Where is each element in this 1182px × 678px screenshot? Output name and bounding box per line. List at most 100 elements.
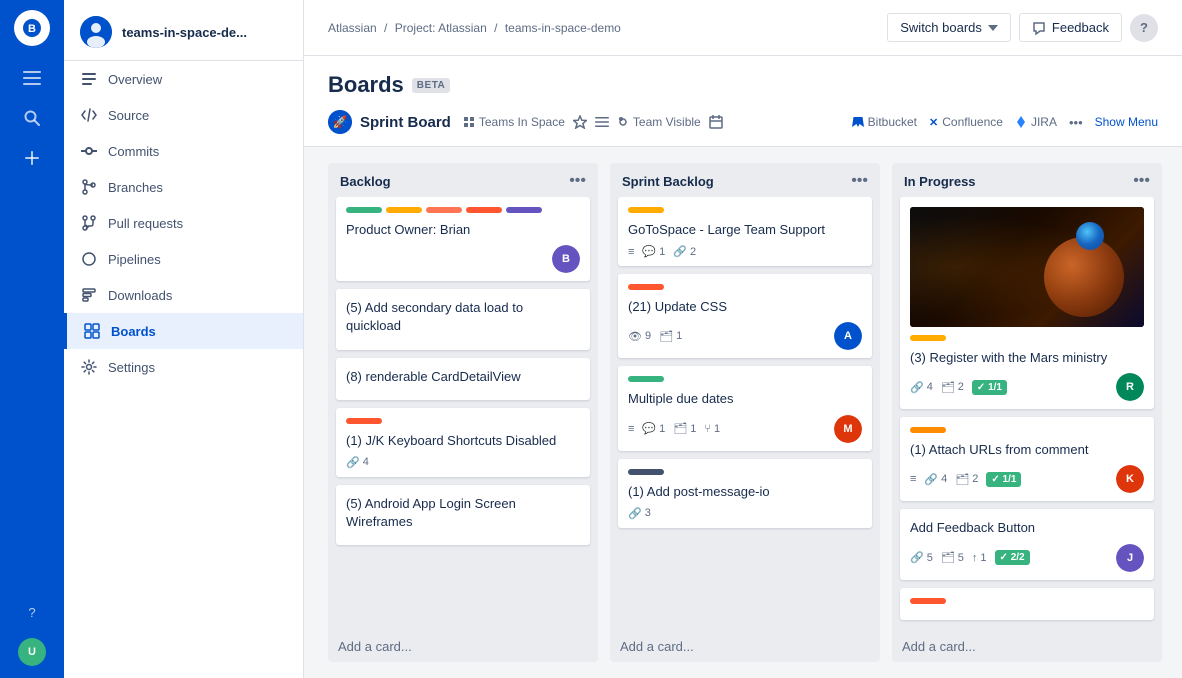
card-avatar: J	[1116, 544, 1144, 572]
sidebar-avatar[interactable]: U	[16, 636, 48, 668]
sidebar-create-icon[interactable]	[16, 142, 48, 174]
breadcrumb-repo[interactable]: teams-in-space-demo	[505, 21, 621, 35]
nav-icon-settings	[80, 358, 98, 376]
app-logo[interactable]: B	[14, 10, 50, 46]
card-avatar: B	[552, 245, 580, 273]
board-integrations: Bitbucket ✕ Confluence JIRA ••• Show Men…	[852, 115, 1158, 130]
card-meta-item: ≡	[628, 246, 634, 258]
card-badge: ✓ 1/1	[986, 472, 1021, 487]
color-tag	[628, 376, 664, 382]
confluence-link[interactable]: ✕ Confluence	[929, 115, 1003, 129]
nav-icon-source	[80, 106, 98, 124]
card-meta-item: 👁 9	[628, 330, 651, 343]
bitbucket-link[interactable]: Bitbucket	[852, 115, 917, 129]
board-card[interactable]: (3) Register with the Mars ministry 🔗 4 …	[900, 197, 1154, 409]
card-meta-item: 🗂 2	[941, 381, 964, 394]
sidebar: B ? U	[0, 0, 64, 678]
card-meta-item: 🔗 5	[910, 551, 933, 564]
nav-icon-branches	[80, 178, 98, 196]
menu-item[interactable]	[595, 115, 609, 129]
column-header: In Progress •••	[892, 163, 1162, 197]
nav-item-pull-requests[interactable]: Pull requests	[64, 205, 303, 241]
nav-item-source[interactable]: Source	[64, 97, 303, 133]
nav-icon-overview	[80, 70, 98, 88]
nav-icon-pipelines	[80, 250, 98, 268]
project-name: teams-in-space-de...	[122, 25, 247, 40]
board-card[interactable]: (5) Add secondary data load to quickload	[336, 289, 590, 349]
card-meta-item: 🔗 3	[628, 507, 651, 520]
nav-item-boards[interactable]: Boards	[64, 313, 303, 349]
card-meta-item: 🔗 4	[346, 456, 369, 469]
star-item[interactable]	[573, 115, 587, 129]
svg-text:🚀: 🚀	[333, 115, 348, 129]
nav-item-settings[interactable]: Settings	[64, 349, 303, 385]
workspace-item: Teams In Space	[463, 115, 565, 129]
board-card[interactable]: GoToSpace - Large Team Support ≡ 💬 1 🔗 2	[618, 197, 872, 266]
card-meta-item: ≡	[910, 473, 916, 485]
nav-icon-commits	[80, 142, 98, 160]
board-card[interactable]: (1) Add post-message-io 🔗 3	[618, 459, 872, 528]
color-tag	[628, 469, 664, 475]
breadcrumb-project[interactable]: Project: Atlassian	[395, 21, 487, 35]
nav-label-pull-requests: Pull requests	[108, 216, 183, 231]
column-cards: Product Owner: Brian B (5) Add secondary…	[328, 197, 598, 631]
help-button[interactable]: ?	[1130, 14, 1158, 42]
jira-label: JIRA	[1031, 115, 1057, 129]
color-tag	[910, 427, 946, 433]
sidebar-nav-icon[interactable]	[16, 62, 48, 94]
column-title: In Progress	[904, 174, 976, 189]
card-title: (3) Register with the Mars ministry	[910, 349, 1144, 367]
column-menu-button[interactable]: •••	[851, 173, 868, 189]
board-card[interactable]: (21) Update CSS 👁 9 🗂 1 A	[618, 274, 872, 358]
card-title: (5) Android App Login Screen Wireframes	[346, 495, 580, 531]
sidebar-help-icon[interactable]: ?	[16, 596, 48, 628]
column-in-progress: In Progress ••• (3) Register with the Ma…	[892, 163, 1162, 662]
show-menu-link[interactable]: Show Menu	[1095, 115, 1158, 129]
board-meta: Teams In Space Team Visible	[463, 115, 723, 129]
card-title: (1) J/K Keyboard Shortcuts Disabled	[346, 432, 580, 450]
column-menu-button[interactable]: •••	[569, 173, 586, 189]
column-menu-button[interactable]: •••	[1133, 173, 1150, 189]
board-card[interactable]: (8) renderable CardDetailView	[336, 358, 590, 400]
board-card[interactable]: Product Owner: Brian B	[336, 197, 590, 281]
add-card-button[interactable]: Add a card...	[892, 631, 1162, 662]
card-avatar: K	[1116, 465, 1144, 493]
column-header: Backlog •••	[328, 163, 598, 197]
board-card[interactable]: Add Feedback Button 🔗 5 🗂 5 ↑ 1 ✓ 2/2 J	[900, 509, 1154, 579]
card-title: GoToSpace - Large Team Support	[628, 221, 862, 239]
switch-boards-button[interactable]: Switch boards	[887, 13, 1011, 42]
add-card-button[interactable]: Add a card...	[328, 631, 598, 662]
color-tag	[386, 207, 422, 213]
card-avatar: M	[834, 415, 862, 443]
breadcrumb: Atlassian / Project: Atlassian / teams-i…	[328, 21, 621, 35]
project-icon	[80, 16, 112, 48]
nav-item-overview[interactable]: Overview	[64, 61, 303, 97]
nav-label-pipelines: Pipelines	[108, 252, 161, 267]
jira-link[interactable]: JIRA	[1015, 115, 1057, 129]
nav-item-pipelines[interactable]: Pipelines	[64, 241, 303, 277]
sidebar-search-icon[interactable]	[16, 102, 48, 134]
nav-item-branches[interactable]: Branches	[64, 169, 303, 205]
breadcrumb-atlassian[interactable]: Atlassian	[328, 21, 377, 35]
card-meta-item: 🗂 2	[955, 473, 978, 486]
nav-label-branches: Branches	[108, 180, 163, 195]
card-title: Product Owner: Brian	[346, 221, 580, 239]
color-tag	[628, 207, 664, 213]
column-cards: GoToSpace - Large Team Support ≡ 💬 1 🔗 2…	[610, 197, 880, 631]
visibility-item: Team Visible	[617, 115, 701, 129]
nav-label-source: Source	[108, 108, 149, 123]
column-title: Sprint Backlog	[622, 174, 714, 189]
board-card[interactable]: (1) J/K Keyboard Shortcuts Disabled 🔗 4	[336, 408, 590, 477]
feedback-button[interactable]: Feedback	[1019, 13, 1122, 42]
card-meta-item: 🔗 2	[673, 245, 696, 258]
board-card[interactable]: (5) Android App Login Screen Wireframes	[336, 485, 590, 545]
nav-item-commits[interactable]: Commits	[64, 133, 303, 169]
workspace-label: Teams In Space	[479, 115, 565, 129]
nav-item-downloads[interactable]: Downloads	[64, 277, 303, 313]
card-image	[910, 207, 1144, 327]
card-stub[interactable]	[900, 588, 1154, 620]
card-title: (5) Add secondary data load to quickload	[346, 299, 580, 335]
board-card[interactable]: Multiple due dates ≡ 💬 1 🗂 1 ⑂ 1 M	[618, 366, 872, 450]
board-card[interactable]: (1) Attach URLs from comment ≡ 🔗 4 🗂 2 ✓…	[900, 417, 1154, 501]
add-card-button[interactable]: Add a card...	[610, 631, 880, 662]
